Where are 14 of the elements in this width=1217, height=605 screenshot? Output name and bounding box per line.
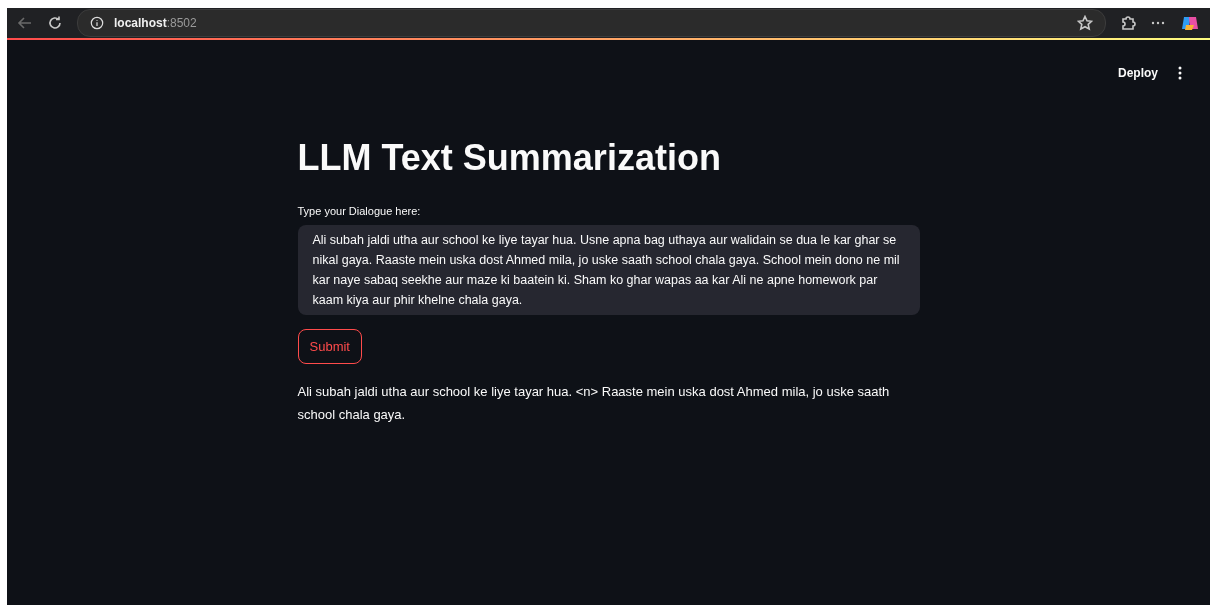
reload-icon[interactable]	[47, 15, 63, 31]
field-label: Type your Dialogue here:	[297, 205, 422, 218]
star-icon[interactable]	[1077, 15, 1093, 31]
summary-text: Ali subah jaldi utha aur school ke liye tayar hua. <n> Raaste mein uska dost Ahmed mila, jo uske saath school chala gaya.	[297, 383, 891, 425]
page-title: LLM Text Summarization	[297, 136, 722, 180]
menu-icon[interactable]	[1178, 66, 1182, 80]
puzzle-icon[interactable]	[1120, 15, 1136, 31]
url-text: localhost:8502	[114, 16, 197, 30]
deploy-button[interactable]: Deploy	[1116, 62, 1160, 84]
address-bar[interactable]: localhost:8502	[77, 9, 1106, 37]
back-icon[interactable]	[17, 15, 33, 31]
info-icon[interactable]	[90, 16, 104, 30]
submit-button[interactable]: Submit	[297, 329, 362, 365]
dialogue-input[interactable]: Ali subah jaldi utha aur school ke liye tayar hua. Usne apna bag uthaya aur walidain se dua le kar ghar se nikal gaya. Raaste mein uska dost Ahmed mila, jo uske saath school chala gaya. School mein dono ne mil kar naye sabaq seekhe aur maze ki baatein ki. Sham ko ghar wapas aa kar Ali ne apne homework par kaam kiya aur phir khelne chala gaya.	[297, 225, 920, 316]
